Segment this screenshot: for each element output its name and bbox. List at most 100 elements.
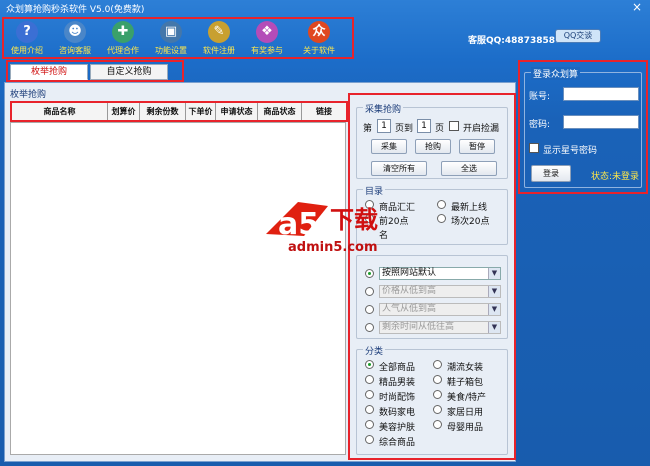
chevron-down-icon: ▼	[488, 268, 500, 279]
col-price[interactable]: 划算价	[108, 103, 140, 120]
sort-radio-default[interactable]	[365, 269, 374, 278]
page-mid: 页到	[395, 124, 414, 134]
select-all-button[interactable]: 全选	[441, 161, 497, 176]
sort-radio-price[interactable]	[365, 287, 374, 296]
chevron-down-icon: ▼	[488, 304, 500, 315]
chevron-down-icon: ▼	[488, 286, 500, 297]
tab-enum[interactable]: 枚举抢购	[10, 64, 88, 80]
collect-button[interactable]: 采集	[371, 139, 407, 154]
gift-icon: ❖	[256, 21, 278, 43]
category-label: 美容护肤	[379, 423, 416, 433]
category-label: 时尚配饰	[379, 393, 416, 403]
login-legend: 登录众划算	[531, 67, 581, 80]
sort-radio-time[interactable]	[365, 323, 374, 332]
sort-group: 按照网站默认 ▼ 价格从低到高 ▼ 人气从低到高 ▼ 剩余时间从低往高 ▼	[356, 255, 508, 339]
password-label: 密码:	[529, 120, 551, 130]
toolbar-about[interactable]: 众关于软件	[296, 19, 342, 57]
watermark-text: 下载	[330, 206, 378, 234]
category-radio-misc[interactable]	[365, 435, 374, 444]
col-remaining[interactable]: 剩余份数	[140, 103, 186, 120]
watermark: a5 下载 admin5.com	[258, 196, 422, 262]
sort-select-value: 剩余时间从低往高	[382, 322, 455, 332]
page-from-input[interactable]: 1	[377, 119, 391, 133]
category-radio-beauty[interactable]	[365, 420, 374, 429]
category-radio-shoes[interactable]	[433, 375, 442, 384]
sort-select-popularity[interactable]: 人气从低到高 ▼	[379, 303, 501, 316]
category-label: 数码家电	[379, 408, 416, 418]
toolbar-label: 功能设置	[155, 46, 187, 55]
col-name[interactable]: 商品名称	[12, 103, 108, 120]
network-icon: ✚	[112, 21, 134, 43]
clear-all-button[interactable]: 清空所有	[371, 161, 427, 176]
window-title: 众划算抢购秒杀软件 V5.0(免费款)	[6, 5, 145, 15]
col-apply-status[interactable]: 申请状态	[216, 103, 258, 120]
category-radio-home[interactable]	[433, 405, 442, 414]
sort-radio-popularity[interactable]	[365, 305, 374, 314]
catalog-label-4: 场次20点	[451, 217, 490, 227]
title-bar: 众划算抢购秒杀软件 V5.0(免费款)	[0, 0, 650, 16]
qq-chat-button[interactable]: QQ交谈	[555, 29, 601, 43]
product-list[interactable]	[10, 122, 346, 455]
category-label: 精品男装	[379, 378, 416, 388]
password-input[interactable]	[563, 115, 639, 129]
toolbar-prize[interactable]: ❖ 有奖参与	[244, 19, 290, 57]
tab-custom[interactable]: 自定义抢购	[90, 64, 168, 80]
catalog-radio-2[interactable]	[437, 200, 446, 209]
sort-select-value: 按照网站默认	[382, 268, 437, 278]
sort-select-time[interactable]: 剩余时间从低往高 ▼	[379, 321, 501, 334]
category-label: 综合商品	[379, 438, 416, 448]
category-label: 全部商品	[379, 363, 416, 373]
pick-leak-label: 开启捡漏	[463, 124, 500, 134]
col-item-status[interactable]: 商品状态	[258, 103, 302, 120]
category-label: 潮流女装	[447, 363, 484, 373]
catalog-label-2: 最新上线	[451, 203, 488, 213]
list-header: 商品名称 划算价 剩余份数 下单价 申请状态 商品状态 链接	[10, 101, 348, 122]
sort-select-value: 价格从低到高	[382, 286, 437, 296]
buy-button[interactable]: 抢购	[415, 139, 451, 154]
category-radio-men[interactable]	[365, 375, 374, 384]
catalog-radio-4[interactable]	[437, 214, 446, 223]
toolbar-settings[interactable]: ▣ 功能设置	[148, 19, 194, 57]
toolbar-help[interactable]: ? 使用介绍	[4, 19, 50, 57]
computer-icon: ▣	[160, 21, 182, 43]
category-radio-baby[interactable]	[433, 420, 442, 429]
toolbar-consult[interactable]: ☻ 咨询客服	[52, 19, 98, 57]
collect-group: 采集抢购 第 1 页到 1 页 开启捡漏 采集 抢购 暂停 清空所有 全选	[356, 102, 508, 179]
login-status: 状态:未登录	[591, 172, 640, 182]
right-panel: 采集抢购 第 1 页到 1 页 开启捡漏 采集 抢购 暂停 清空所有 全选 目录…	[348, 93, 516, 460]
toolbar-label: 关于软件	[303, 46, 335, 55]
category-label: 美食/特产	[447, 393, 487, 403]
chevron-down-icon: ▼	[488, 322, 500, 333]
service-qq: 客服QQ:488738580	[468, 36, 562, 46]
login-button[interactable]: 登录	[531, 165, 571, 182]
help-icon: ?	[16, 21, 38, 43]
show-password-label: 显示星号密码	[543, 146, 598, 156]
toolbar-register[interactable]: ✎ 软件注册	[196, 19, 242, 57]
col-order-price[interactable]: 下单价	[186, 103, 216, 120]
sort-select-default[interactable]: 按照网站默认 ▼	[379, 267, 501, 280]
close-button[interactable]: ×	[630, 0, 644, 14]
category-group: 分类 全部商品 潮流女装 精品男装 鞋子箱包 时尚配饰 美食/特产 数码家电 家…	[356, 344, 508, 455]
collect-legend: 采集抢购	[363, 102, 404, 115]
watermark-brand: a5	[278, 207, 319, 242]
account-input[interactable]	[563, 87, 639, 101]
category-radio-women[interactable]	[433, 360, 442, 369]
category-radio-digital[interactable]	[365, 405, 374, 414]
key-icon: ✎	[208, 21, 230, 43]
pause-button[interactable]: 暂停	[459, 139, 495, 154]
login-panel: 登录众划算 账号: 密码: 显示星号密码 登录 状态:未登录	[518, 60, 648, 194]
toolbar-label: 咨询客服	[59, 46, 91, 55]
page-to-input[interactable]: 1	[417, 119, 431, 133]
col-link[interactable]: 链接	[302, 103, 346, 120]
tab-strip: 枚举抢购 自定义抢购	[6, 60, 184, 82]
list-group-title: 枚举抢购	[10, 90, 47, 100]
category-radio-all[interactable]	[365, 360, 374, 369]
category-radio-food[interactable]	[433, 390, 442, 399]
account-label: 账号:	[529, 92, 551, 102]
toolbar: ? 使用介绍 ☻ 咨询客服 ✚ 代理合作 ▣ 功能设置 ✎ 软件注册 ❖ 有奖参与 众关于软…	[2, 17, 354, 59]
pick-leak-checkbox[interactable]	[449, 121, 459, 131]
category-radio-accessories[interactable]	[365, 390, 374, 399]
show-password-checkbox[interactable]	[529, 143, 539, 153]
toolbar-agency[interactable]: ✚ 代理合作	[100, 19, 146, 57]
sort-select-price[interactable]: 价格从低到高 ▼	[379, 285, 501, 298]
